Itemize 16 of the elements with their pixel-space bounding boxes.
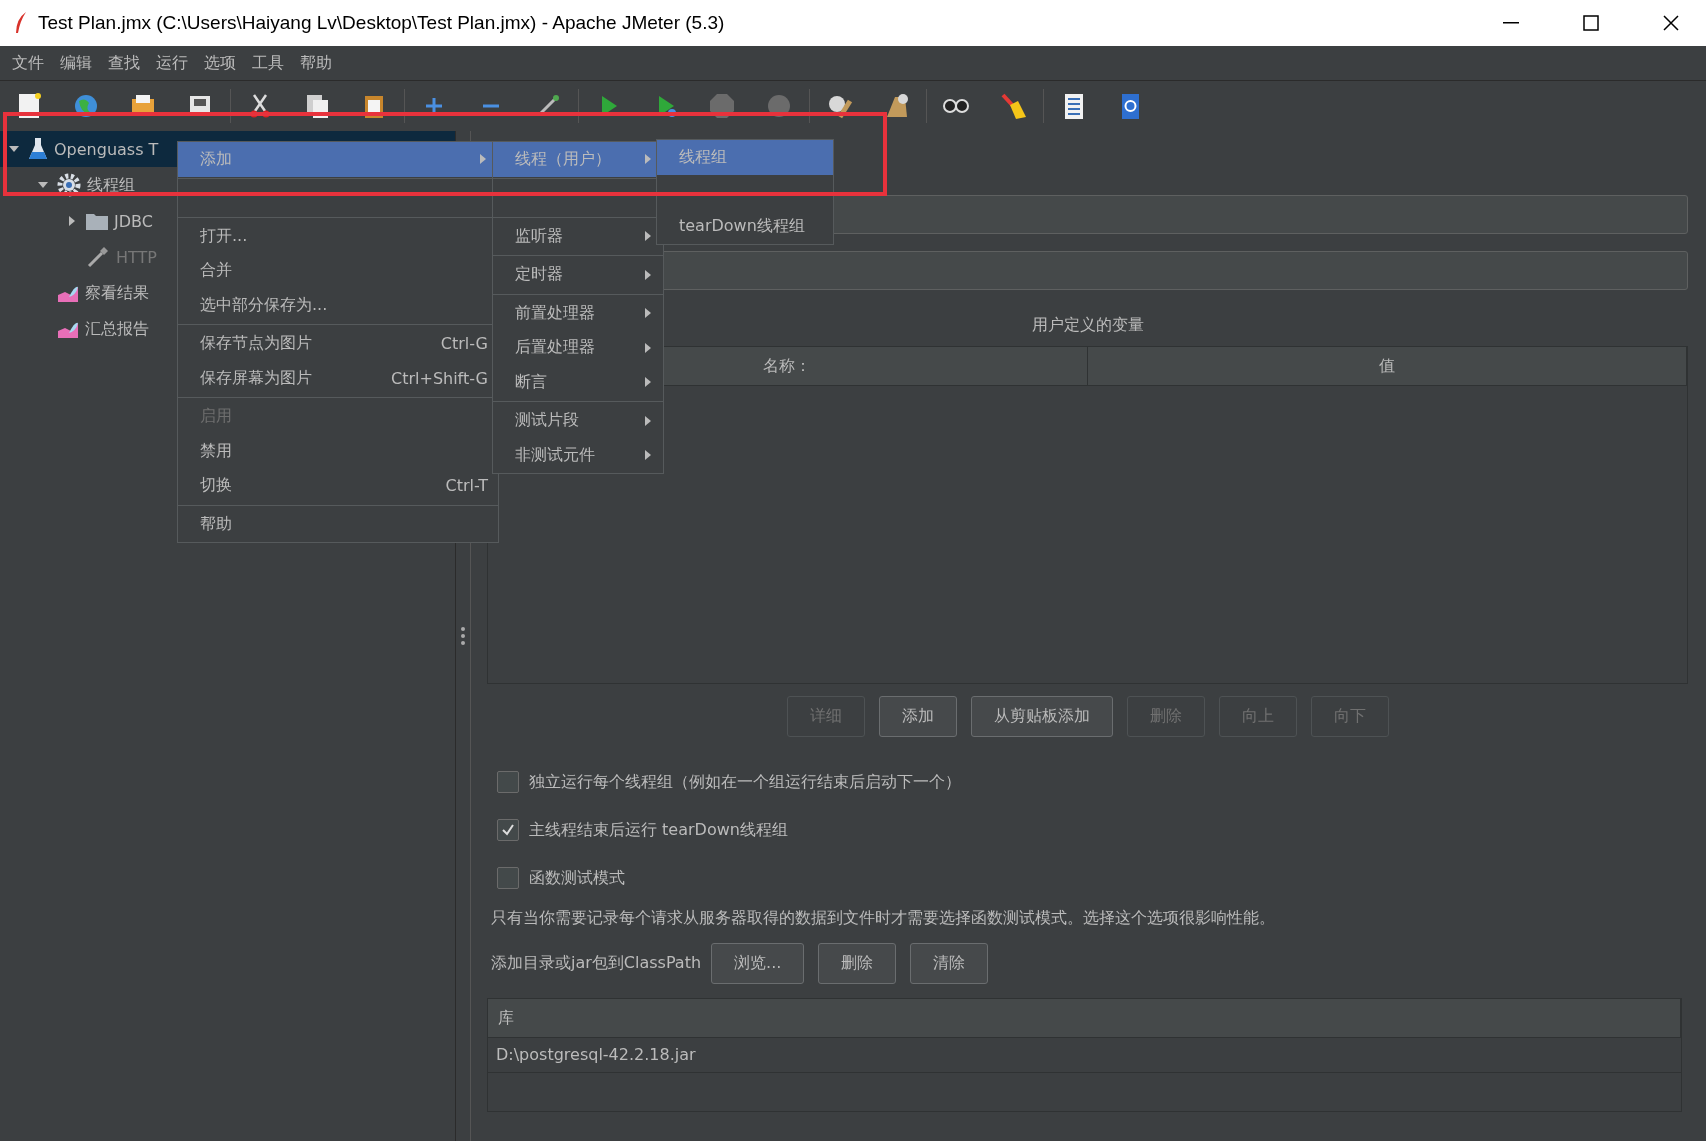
column-header: 值 xyxy=(1087,347,1687,385)
column-header: 库 xyxy=(488,999,1681,1037)
tree-label: Openguass T xyxy=(54,139,159,159)
tree-label: 察看结果 xyxy=(85,282,149,304)
checkbox-label: 主线程结束后运行 tearDown线程组 xyxy=(529,819,788,841)
checkbox-label: 函数测试模式 xyxy=(529,867,625,889)
tree-label: 汇总报告 xyxy=(85,318,149,340)
tree-label: 线程组 xyxy=(87,174,135,196)
classpath-label: 添加目录或jar包到ClassPath xyxy=(491,953,702,974)
checkbox-label: 独立运行每个线程组（例如在一个组运行结束后启动下一个） xyxy=(529,771,961,793)
window-title: Test Plan.jmx (C:\Users\Haiyang Lv\Desktop\Test Plan.jmx) - Apache JMeter (5.3) xyxy=(38,12,726,34)
table-cell-text: D:\postgresql-42.2.18.jar xyxy=(495,1044,697,1066)
tree-label: HTTP xyxy=(116,247,157,267)
tree-label: JDBC xyxy=(114,211,153,231)
note-text: 只有当你需要记录每个请求从服务器取得的数据到文件时才需要选择函数测试模式。选择这个选项很影响性能。 xyxy=(491,908,1276,929)
section-title: 用户定义的变量 xyxy=(1030,315,1145,336)
